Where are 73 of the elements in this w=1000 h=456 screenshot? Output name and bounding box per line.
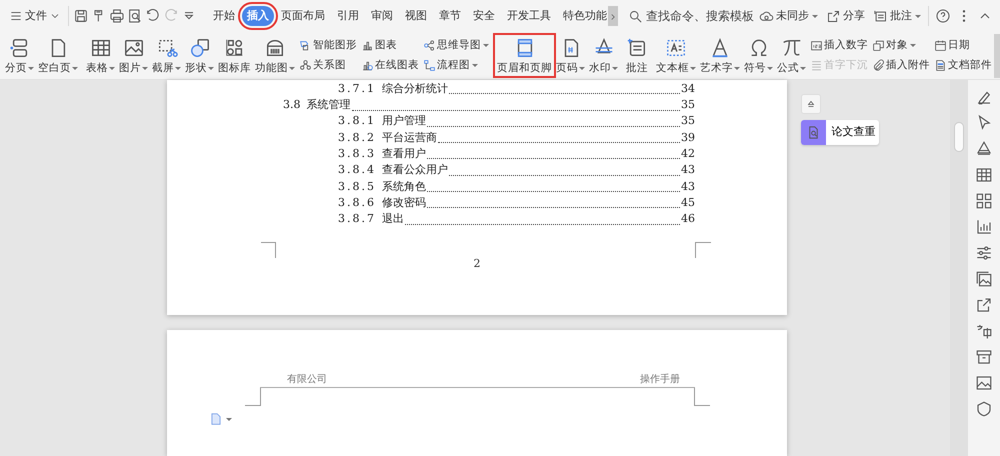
header-text: 有限公司 — [287, 373, 327, 387]
ribbon-button[interactable]: 插入附件 — [871, 58, 931, 74]
ribbon-tab[interactable]: 开发工具 — [502, 6, 556, 26]
ribbon-button[interactable]: 日期 — [933, 38, 993, 54]
ribbon-tab[interactable]: 开始 — [208, 6, 240, 26]
toc-title: 系统管理 — [306, 97, 350, 114]
ribbon-tab[interactable]: 引用 — [332, 6, 364, 26]
ribbon-button[interactable]: 空白页 — [36, 34, 80, 76]
toc-page-number: 39 — [681, 130, 695, 146]
side-panel-card[interactable]: 论文查重 — [801, 120, 880, 145]
ribbon-button[interactable]: 对象 — [871, 38, 931, 54]
toc-number: 3.7.1 — [338, 80, 376, 97]
toc-number: 3.8 — [283, 97, 300, 114]
toc-page-number: 43 — [681, 162, 695, 178]
ribbon-tab[interactable]: 特色功能 — [558, 6, 612, 26]
ribbon-tab[interactable]: 页面布局 — [276, 6, 330, 26]
file-menu[interactable]: 文件 — [6, 6, 64, 26]
ribbon-button[interactable]: 关系图 — [298, 58, 358, 74]
toc-page-number: 34 — [681, 80, 695, 97]
ribbon-button[interactable]: 图表 — [360, 38, 420, 54]
toc-title: 系统角色 — [382, 178, 426, 195]
ribbon-button[interactable]: 页码 — [554, 34, 587, 76]
ribbon-button[interactable]: 批注 — [624, 34, 650, 76]
ribbon-button[interactable]: 页眉和页脚 — [495, 34, 554, 76]
ribbon-tab[interactable]: 视图 — [400, 6, 432, 26]
ribbon-button[interactable]: 插入数字 — [809, 38, 869, 54]
page-number: 2 — [474, 256, 480, 270]
ribbon-button[interactable]: 流程图 — [422, 58, 490, 74]
toc-title: 查看公众用户 — [382, 162, 448, 178]
ribbon-button[interactable]: 艺术字 — [698, 34, 742, 76]
toc-title: 查看用户 — [382, 146, 426, 162]
toc-title: 平台运营商 — [382, 130, 437, 146]
toolbar-button[interactable]: 批注 — [870, 6, 924, 26]
toc-page-number: 42 — [681, 146, 695, 162]
toc-page-number: 43 — [681, 178, 695, 195]
toc-page-number: 35 — [681, 97, 695, 114]
toc-number: 3.8.4 — [338, 162, 376, 178]
ribbon-button[interactable]: 符号 — [742, 34, 775, 76]
toc-title: 修改密码 — [382, 194, 426, 211]
ribbon-button[interactable]: 截屏 — [150, 34, 183, 76]
toc-number: 3.8.5 — [338, 178, 376, 195]
ribbon-button[interactable]: 文本框 — [654, 34, 698, 76]
ribbon-tab[interactable]: 章节 — [434, 6, 466, 26]
header-text: 操作手册 — [640, 372, 680, 387]
toc-page-number: 35 — [681, 113, 695, 130]
ribbon-button[interactable]: 分页 — [3, 34, 36, 76]
ribbon-button[interactable]: 水印 — [587, 34, 620, 76]
ribbon-button[interactable]: 形状 — [183, 34, 216, 76]
toc-number: 3.8.2 — [338, 130, 376, 146]
ribbon-tab[interactable]: 插入 — [242, 6, 274, 26]
ribbon-button[interactable]: 表格 — [84, 34, 117, 76]
toc-title: 用户管理 — [382, 113, 426, 130]
toolbar-button[interactable]: 未同步 — [756, 6, 821, 26]
toc-number: 3.8.1 — [338, 113, 376, 130]
ribbon-button[interactable]: 功能图 — [253, 34, 297, 76]
toc-number: 3.8.3 — [338, 146, 376, 162]
toc-page-number: 45 — [681, 194, 695, 211]
ribbon-button[interactable]: 图标库 — [216, 34, 253, 76]
ribbon-button[interactable]: 智能图形 — [298, 38, 358, 54]
ribbon-tab[interactable]: 审阅 — [366, 6, 398, 26]
ribbon-button[interactable]: 公式 — [775, 34, 808, 76]
toolbar-button[interactable]: 分享 — [823, 6, 868, 26]
toc-page-number: 46 — [681, 211, 695, 228]
ribbon-button[interactable]: 图片 — [117, 34, 150, 76]
toc-title: 退出 — [382, 211, 404, 228]
toc-number: 3.8.6 — [338, 194, 376, 211]
search-field[interactable]: 查找命令、搜索模板 — [628, 7, 754, 25]
toc-number: 3.8.7 — [338, 211, 376, 228]
ribbon-button[interactable]: 思维导图 — [422, 38, 490, 54]
toc-title: 综合分析统计 — [382, 80, 448, 97]
ribbon-tab[interactable]: 安全 — [468, 6, 500, 26]
ribbon-button[interactable]: 文档部件 — [933, 58, 993, 74]
ribbon-button[interactable]: 在线图表 — [360, 58, 420, 74]
